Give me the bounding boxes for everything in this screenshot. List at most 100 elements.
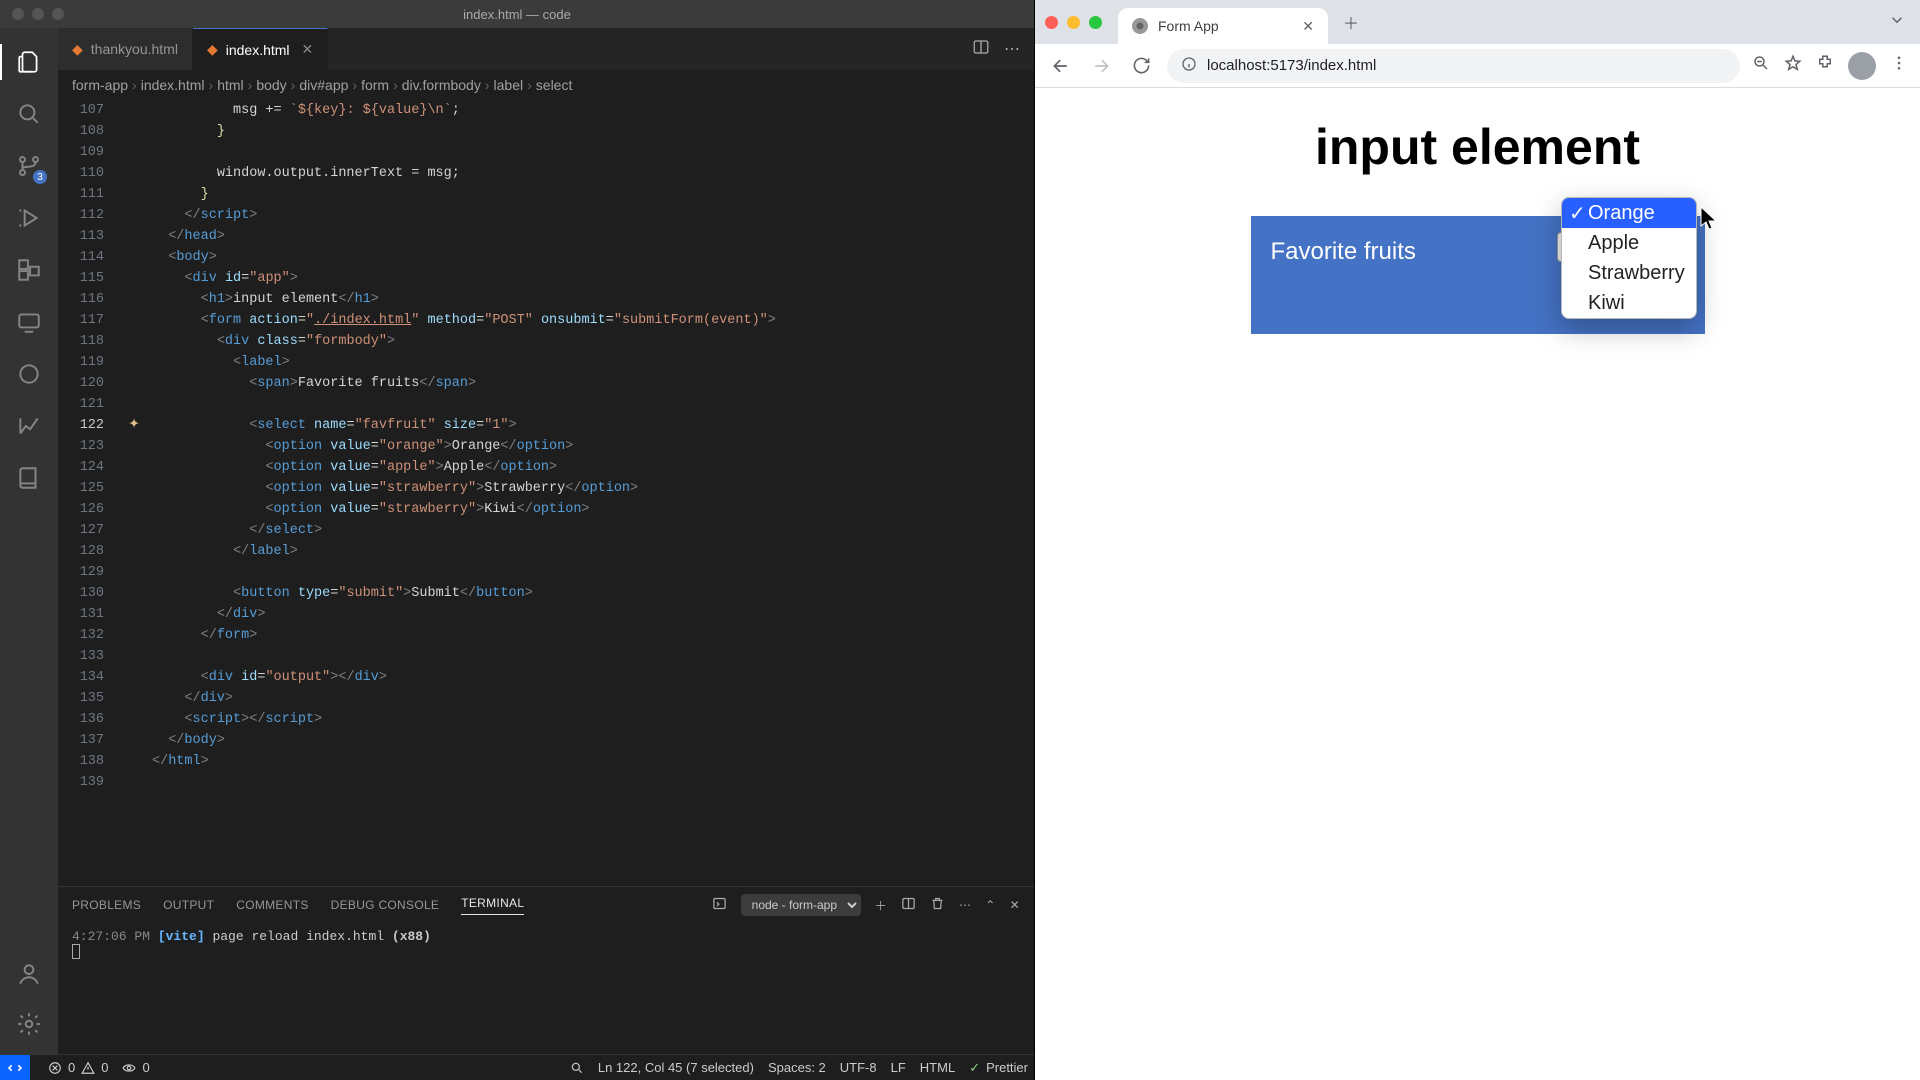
debug-icon [16,205,42,231]
tab-label: index.html [226,42,290,58]
activity-extensions[interactable] [7,248,51,292]
extensions-icon [16,257,42,283]
breadcrumbs[interactable]: form-app›index.html›html›body›div#app›fo… [58,70,1034,100]
editor-area: ◆ thankyou.html ◆ index.html ✕ ⋯ form-ap… [58,28,1034,1054]
select-dropdown: Orange Apple Strawberry Kiwi [1561,197,1697,319]
activity-search[interactable] [7,92,51,136]
activity-scm[interactable]: 3 [7,144,51,188]
html-file-icon: ◆ [207,41,218,58]
status-bar: 0 0 0 Ln 122, Col 45 (7 selected) Spaces… [0,1054,1034,1080]
address-bar[interactable]: localhost:5173/index.html [1167,49,1740,83]
status-search[interactable] [570,1061,584,1075]
option-strawberry[interactable]: Strawberry [1562,258,1696,288]
status-errors[interactable]: 0 0 [48,1060,108,1075]
browser-tab[interactable]: Form App ✕ [1118,8,1328,44]
activity-misc-2[interactable] [7,404,51,448]
browser-tabstrip: Form App ✕ ＋ [1035,0,1920,44]
split-editor-icon[interactable] [972,38,990,61]
close-icon[interactable]: ✕ [1010,898,1020,912]
status-encoding[interactable]: UTF-8 [840,1060,877,1075]
forward-button[interactable] [1087,52,1115,80]
tab-label: thankyou.html [91,41,178,57]
mac-min-icon[interactable] [32,8,44,20]
mac-close-icon[interactable] [12,8,24,20]
breadcrumb-segment[interactable]: form-app [72,77,128,93]
bookmark-icon[interactable] [1784,54,1802,77]
option-apple[interactable]: Apple [1562,228,1696,258]
activity-explorer[interactable] [7,40,51,84]
reload-button[interactable] [1127,52,1155,80]
more-icon[interactable]: ⋯ [959,898,971,912]
terminal-launch-icon[interactable] [712,896,727,914]
mac-close-icon[interactable] [1045,16,1058,29]
browser-tab-title: Form App [1158,18,1219,34]
mac-max-icon[interactable] [52,8,64,20]
trash-icon[interactable] [930,896,945,914]
mac-max-icon[interactable] [1089,16,1102,29]
site-info-icon[interactable] [1181,56,1197,76]
page-title: input element [1035,118,1920,176]
breadcrumb-segment[interactable]: div.formbody [402,77,481,93]
back-button[interactable] [1047,52,1075,80]
status-prettier[interactable]: ✓Prettier [969,1060,1028,1076]
more-icon[interactable]: ⋯ [1004,39,1020,59]
browser-window: Form App ✕ ＋ localhost:5173/index.html [1034,0,1920,1080]
panel-tab-terminal[interactable]: TERMINAL [461,896,524,915]
tabstrip-expand-icon[interactable] [1888,11,1906,34]
circle-icon [16,361,42,387]
status-spaces[interactable]: Spaces: 2 [768,1060,826,1075]
breadcrumb-segment[interactable]: html [217,77,243,93]
option-kiwi[interactable]: Kiwi [1562,288,1696,318]
breadcrumb-segment[interactable]: select [536,77,573,93]
activity-settings[interactable] [7,1002,51,1046]
gear-icon [16,1011,42,1037]
breadcrumb-segment[interactable]: body [256,77,286,93]
breadcrumb-segment[interactable]: index.html [141,77,205,93]
files-icon [16,49,42,75]
extensions-icon[interactable] [1816,54,1834,77]
panel-tab-comments[interactable]: COMMENTS [236,898,308,912]
close-icon[interactable]: ✕ [302,41,314,58]
plus-icon[interactable]: ＋ [875,897,887,914]
breadcrumb-segment[interactable]: label [494,77,524,93]
new-tab-button[interactable]: ＋ [1336,7,1366,37]
page-content: input element Favorite fruits Orange App… [1035,88,1920,1080]
panel: PROBLEMS OUTPUT COMMENTS DEBUG CONSOLE T… [58,886,1034,1054]
mac-min-icon[interactable] [1067,16,1080,29]
breadcrumb-segment[interactable]: form [361,77,389,93]
breadcrumb-segment[interactable]: div#app [299,77,348,93]
tab-row: ◆ thankyou.html ◆ index.html ✕ ⋯ [58,28,1034,70]
terminal-select[interactable]: node - form-app [741,894,861,916]
status-eol[interactable]: LF [891,1060,906,1075]
panel-tab-output[interactable]: OUTPUT [163,898,214,912]
tab-thankyou[interactable]: ◆ thankyou.html [58,28,193,70]
terminal-cursor [72,944,80,959]
activity-remote[interactable] [7,300,51,344]
browser-toolbar: localhost:5173/index.html [1035,44,1920,88]
panel-tab-problems[interactable]: PROBLEMS [72,898,141,912]
activity-debug[interactable] [7,196,51,240]
status-cursor[interactable]: Ln 122, Col 45 (7 selected) [598,1060,754,1075]
remote-button[interactable] [0,1055,30,1080]
split-terminal-icon[interactable] [901,896,916,914]
form-label: Favorite fruits [1271,238,1416,265]
tab-index[interactable]: ◆ index.html ✕ [193,28,328,70]
book-icon [16,465,42,491]
activity-misc-3[interactable] [7,456,51,500]
status-lang[interactable]: HTML [920,1060,955,1075]
menu-icon[interactable] [1890,54,1908,77]
mac-traffic-lights [12,8,64,20]
favicon-icon [1132,18,1148,34]
code-editor[interactable]: 1071081091101111121131141151161171181191… [58,100,1034,886]
zoom-icon[interactable] [1752,54,1770,77]
close-icon[interactable]: ✕ [1302,18,1314,35]
profile-avatar[interactable] [1848,52,1876,80]
status-port[interactable]: 0 [122,1060,149,1075]
panel-tab-debug[interactable]: DEBUG CONSOLE [331,898,440,912]
mac-traffic-lights [1045,16,1102,29]
chevron-up-icon[interactable]: ⌃ [985,898,995,912]
option-orange[interactable]: Orange [1562,198,1696,228]
terminal-body[interactable]: 4:27:06 PM [vite] page reload index.html… [58,923,1034,1054]
activity-account[interactable] [7,952,51,996]
activity-misc-1[interactable] [7,352,51,396]
